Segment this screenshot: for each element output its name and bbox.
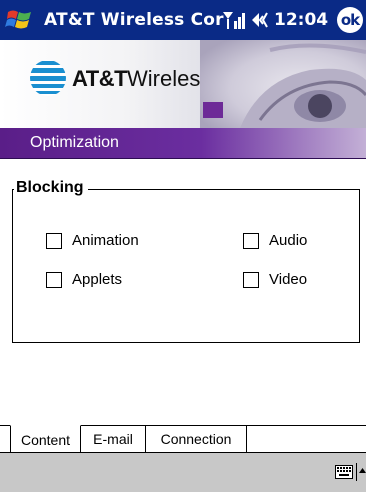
logo-suffix: Wireless — [127, 66, 212, 91]
tab-strip: Content E-mail Connection — [0, 425, 366, 453]
accent-square — [203, 102, 223, 118]
app-title: AT&T Wireless Cor — [44, 10, 224, 30]
video-label[interactable]: Video — [269, 271, 307, 288]
keyboard-icon[interactable] — [335, 465, 353, 479]
applets-checkbox-row[interactable]: Applets — [46, 271, 122, 288]
animation-label[interactable]: Animation — [72, 232, 139, 249]
blocking-groupbox — [12, 189, 360, 343]
animation-checkbox[interactable] — [46, 232, 62, 249]
att-globe-logo-icon — [30, 60, 66, 96]
eye-image — [200, 40, 366, 128]
att-wireless-logo: AT&TWireless — [72, 66, 211, 92]
volume-icon[interactable] — [250, 10, 272, 30]
tab-connection[interactable]: Connection — [146, 426, 247, 452]
windows-start-icon[interactable] — [4, 4, 36, 36]
audio-checkbox[interactable] — [243, 232, 259, 249]
att-wireless-banner: AT&TWireless — [0, 40, 366, 128]
audio-label[interactable]: Audio — [269, 232, 307, 249]
section-title: Optimization — [30, 134, 119, 151]
ok-button[interactable]: ok — [337, 7, 363, 33]
signal-strength-icon[interactable] — [222, 10, 246, 30]
clock[interactable]: 12:04 — [274, 10, 328, 30]
animation-checkbox-row[interactable]: Animation — [46, 232, 139, 249]
applets-checkbox[interactable] — [46, 271, 62, 288]
tab-email[interactable]: E-mail — [81, 426, 146, 452]
audio-checkbox-row[interactable]: Audio — [243, 232, 307, 249]
section-header: Optimization — [0, 128, 366, 159]
blocking-legend: Blocking — [14, 179, 88, 197]
video-checkbox-row[interactable]: Video — [243, 271, 307, 288]
command-bar — [0, 452, 366, 492]
title-bar: AT&T Wireless Cor 12:04 ok — [0, 0, 366, 40]
input-method-arrow-icon[interactable] — [356, 463, 366, 481]
applets-label[interactable]: Applets — [72, 271, 122, 288]
logo-brand: AT&T — [72, 66, 128, 91]
video-checkbox[interactable] — [243, 271, 259, 288]
tab-content[interactable]: Content — [10, 425, 81, 453]
